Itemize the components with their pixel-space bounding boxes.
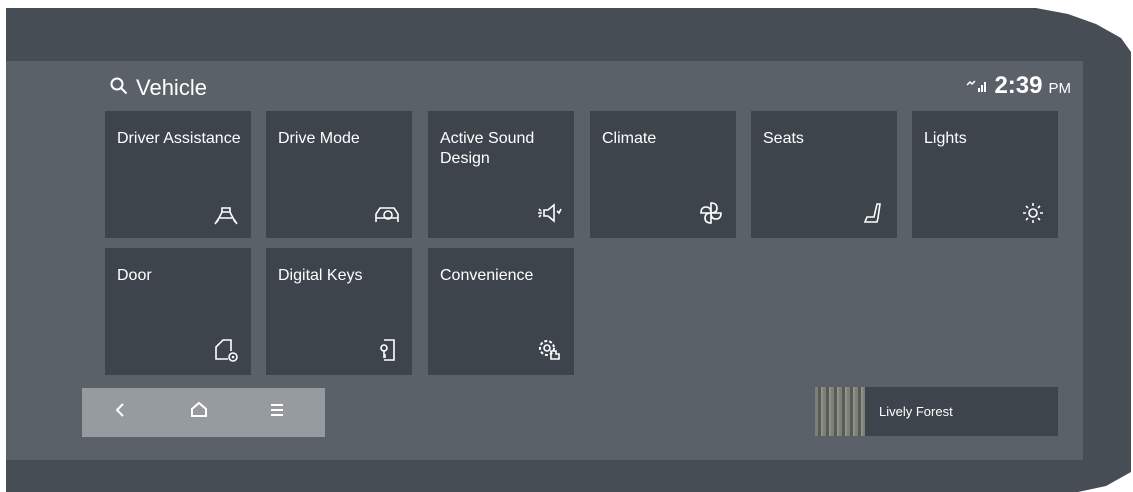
tile-label: Lights [924,130,967,147]
tile-climate[interactable]: Climate [590,111,736,238]
signal-icon [966,79,988,98]
drive-mode-icon [372,198,402,228]
back-chevron-icon [111,400,131,425]
tile-label: Climate [602,130,657,147]
tile-label: Driver Assistance [117,130,241,147]
tile-label: Digital Keys [278,267,363,284]
search-icon[interactable] [110,77,128,100]
tile-seats[interactable]: Seats [751,111,897,238]
media-widget[interactable]: Lively Forest [815,387,1058,436]
digital-key-icon [372,335,402,365]
status-bar: 2:39 PM [966,72,1071,100]
navigation-bar [82,388,325,437]
page-header: Vehicle [110,73,207,103]
page-title: Vehicle [136,75,207,100]
tile-drive-mode[interactable]: Drive Mode [266,111,412,238]
tile-label: Door [117,267,152,284]
tile-label: Seats [763,130,804,147]
tile-active-sound-design[interactable]: Active Sound Design [428,111,574,238]
active-sound-icon [534,198,564,228]
menu-icon [267,400,287,425]
tile-label: Drive Mode [278,130,360,147]
clock-ampm: PM [1048,80,1072,97]
tile-lights[interactable]: Lights [912,111,1058,238]
convenience-gear-icon [534,335,564,365]
tile-driver-assistance[interactable]: Driver Assistance [105,111,251,238]
door-settings-icon [211,335,241,365]
media-title: Lively Forest [879,404,953,419]
tile-digital-keys[interactable]: Digital Keys [266,248,412,375]
light-icon [1018,198,1048,228]
tile-convenience[interactable]: Convenience [428,248,574,375]
seat-icon [857,198,887,228]
fan-icon [696,198,726,228]
clock-time: 2:39 [994,72,1043,99]
home-button[interactable] [160,388,238,437]
album-art [815,387,865,436]
menu-button[interactable] [238,388,316,437]
tile-door[interactable]: Door [105,248,251,375]
tile-label: Convenience [440,267,534,284]
home-icon [189,400,209,425]
back-button[interactable] [82,388,160,437]
tile-label: Active Sound Design [440,130,535,167]
driver-assistance-icon [211,198,241,228]
